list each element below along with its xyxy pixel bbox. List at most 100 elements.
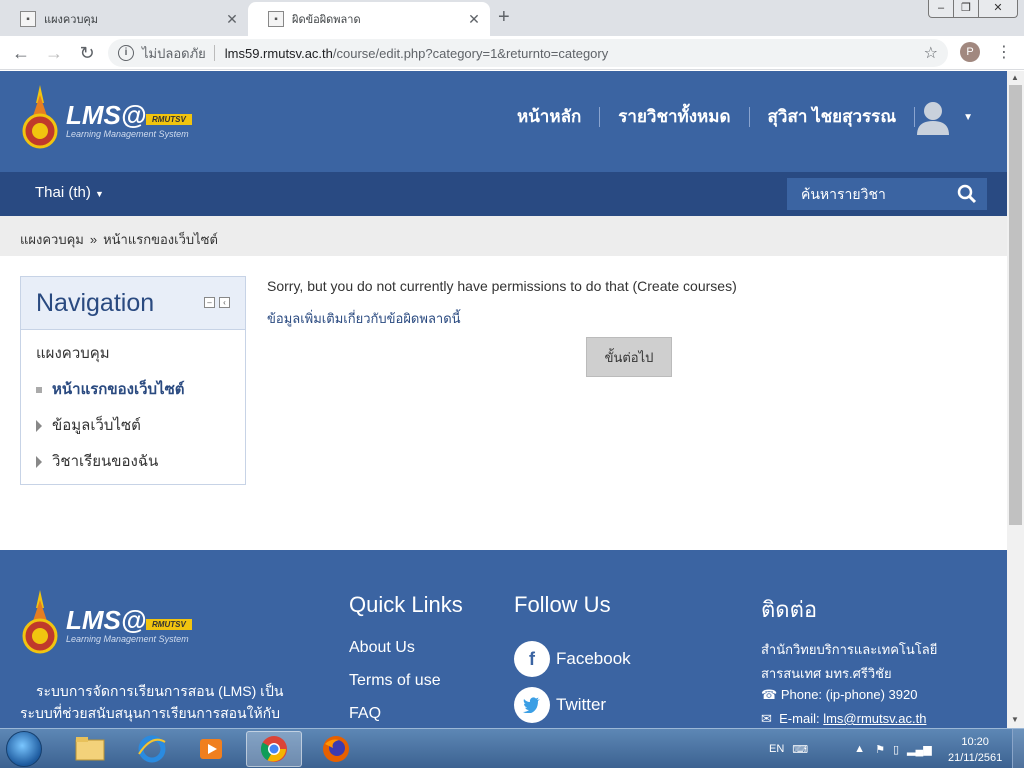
tab-title: แผงควบคุม	[44, 14, 99, 26]
browser-menu-icon[interactable]: ⋮	[996, 42, 1012, 62]
bullet-icon	[36, 387, 42, 393]
nav-home-link[interactable]: หน้าหลัก	[499, 107, 601, 127]
breadcrumb-link[interactable]: แผงควบคุม	[20, 232, 84, 247]
reload-icon[interactable]: ↻	[76, 42, 98, 64]
contact-phone-text: Phone: (ip-phone) 3920	[780, 687, 918, 702]
twitter-label: Twitter	[556, 695, 607, 714]
user-menu-name[interactable]: สุวิสา ไชยสุวรรณ	[750, 107, 916, 127]
input-language[interactable]: EN	[769, 743, 784, 755]
nav-all-courses-link[interactable]: รายวิชาทั้งหมด	[600, 107, 750, 127]
site-logo[interactable]: LMS@ RMUTSV Learning Management System	[20, 85, 192, 153]
search-icon[interactable]	[957, 184, 977, 204]
caret-down-icon: ▼	[95, 189, 104, 199]
quick-links-title: Quick Links	[349, 592, 463, 617]
page-icon: ▪	[20, 11, 36, 27]
page-scrollbar[interactable]: ▲ ▼	[1007, 71, 1024, 728]
site-subheader: Thai (th) ▼ ค้นหารายวิชา	[0, 172, 1007, 216]
profile-avatar[interactable]: P	[960, 42, 980, 62]
clock-date: 21/11/2561	[948, 752, 1003, 764]
show-hidden-icons-icon[interactable]: ▲	[854, 743, 865, 755]
breadcrumb-current[interactable]: หน้าแรกของเว็บไซต์	[103, 232, 218, 247]
chrome-icon[interactable]	[246, 731, 302, 767]
dock-icon[interactable]: ‹	[219, 297, 230, 308]
address-bar[interactable]: i ไม่ปลอดภัย lms59.rmutsv.ac.th/course/e…	[108, 39, 948, 67]
facebook-icon: f	[514, 641, 550, 677]
info-icon[interactable]: i	[118, 45, 134, 61]
tab-title: ผิดข้อผิดพลาด	[292, 14, 361, 26]
action-center-icon[interactable]: ⚑	[875, 743, 885, 756]
more-info-link[interactable]: ข้อมูลเพิ่มเติมเกี่ยวกับข้อผิดพลาดนี้	[267, 308, 987, 329]
security-label[interactable]: ไม่ปลอดภัย	[142, 43, 206, 64]
file-explorer-icon[interactable]	[62, 731, 118, 767]
browser-tab-bar: ▪ แผงควบคุม ✕ ▪ ผิดข้อผิดพลาด ✕ + – ❐ ✕	[0, 0, 1024, 36]
nav-item-site-home[interactable]: หน้าแรกของเว็บไซต์	[36, 378, 230, 414]
browser-tab[interactable]: ▪ แผงควบคุม ✕	[0, 2, 248, 36]
show-desktop-button[interactable]	[1012, 729, 1024, 768]
network-icon[interactable]: ▂▄▆	[907, 743, 932, 756]
scrollbar-thumb[interactable]	[1009, 85, 1022, 525]
faq-link[interactable]: FAQ	[349, 705, 381, 723]
nav-item-label: วิชาเรียนของฉัน	[52, 453, 159, 470]
twitter-link[interactable]: Twitter	[514, 687, 606, 723]
nav-item-label: ข้อมูลเว็บไซต์	[52, 417, 141, 434]
contact-email: ✉ E-mail: lms@rmutsv.ac.th	[761, 711, 926, 727]
minimize-button[interactable]: –	[928, 0, 954, 18]
site-footer: LMS@ RMUTSV Learning Management System ร…	[0, 550, 1007, 728]
window-close-button[interactable]: ✕	[978, 0, 1018, 18]
footer-about-text: ระบบการจัดการเรียนการสอน (LMS) เป็นระบบท…	[20, 683, 284, 721]
system-tray: EN ⌨ ▲ ⚑ ▯ ▂▄▆	[760, 729, 932, 768]
power-icon[interactable]: ▯	[893, 743, 899, 756]
user-avatar-icon[interactable]	[915, 99, 951, 135]
terms-link[interactable]: Terms of use	[349, 672, 441, 690]
new-tab-button[interactable]: +	[498, 6, 510, 29]
system-clock[interactable]: 10:20 21/11/2561	[948, 734, 1002, 766]
twitter-icon	[514, 687, 550, 723]
continue-button[interactable]: ขั้นต่อไป	[586, 337, 672, 377]
expand-arrow-icon	[36, 420, 42, 432]
navigation-title: Navigation	[36, 289, 155, 317]
browser-tab-active[interactable]: ▪ ผิดข้อผิดพลาด ✕	[248, 2, 490, 36]
close-icon[interactable]: ✕	[464, 11, 484, 28]
top-navigation: หน้าหลัก รายวิชาทั้งหมด สุวิสา ไชยสุวรรณ…	[499, 99, 973, 135]
scroll-down-icon[interactable]: ▼	[1011, 715, 1019, 724]
envelope-icon: ✉	[761, 711, 772, 726]
facebook-link[interactable]: f Facebook	[514, 641, 631, 677]
contact-org: สารสนเทศ มทร.ศรีวิชัย	[761, 666, 892, 681]
back-icon[interactable]: ←	[10, 42, 32, 64]
facebook-label: Facebook	[556, 649, 631, 668]
nav-item-site-info[interactable]: ข้อมูลเว็บไซต์	[36, 414, 230, 450]
nav-item-dashboard[interactable]: แผงควบคุม	[36, 342, 230, 378]
contact-email-link[interactable]: lms@rmutsv.ac.th	[823, 711, 926, 726]
footer-logo: LMS@ RMUTSV Learning Management System	[20, 590, 192, 658]
nav-item-my-courses[interactable]: วิชาเรียนของฉัน	[36, 450, 230, 486]
contact-title: ติดต่อ	[761, 597, 818, 622]
course-search-input[interactable]: ค้นหารายวิชา	[787, 178, 987, 210]
media-player-icon[interactable]	[184, 731, 240, 767]
keyboard-icon[interactable]: ⌨	[792, 743, 808, 756]
logo-subtitle: Learning Management System	[66, 128, 189, 139]
windows-taskbar: EN ⌨ ▲ ⚑ ▯ ▂▄▆ 10:20 21/11/2561	[0, 728, 1024, 768]
contact-email-label: E-mail:	[779, 711, 820, 726]
maximize-button[interactable]: ❐	[953, 0, 979, 18]
logo-ribbon: RMUTSV	[146, 618, 192, 630]
scroll-up-icon[interactable]: ▲	[1011, 73, 1019, 82]
university-emblem-icon	[22, 85, 58, 149]
follow-us-title: Follow Us	[514, 592, 611, 617]
divider	[213, 45, 215, 61]
error-message: Sorry, but you do not currently have per…	[267, 278, 737, 294]
bookmark-star-icon[interactable]: ☆	[924, 43, 938, 63]
about-us-link[interactable]: About Us	[349, 639, 415, 657]
clock-time: 10:20	[961, 736, 989, 748]
chevron-down-icon[interactable]: ▼	[963, 112, 973, 123]
firefox-icon[interactable]	[308, 731, 364, 767]
url-path: /course/edit.php?category=1&returnto=cat…	[332, 45, 609, 61]
internet-explorer-icon[interactable]	[124, 731, 180, 767]
language-selector[interactable]: Thai (th) ▼	[35, 184, 104, 201]
main-content: Sorry, but you do not currently have per…	[267, 278, 987, 377]
logo-ribbon: RMUTSV	[146, 113, 192, 125]
close-icon[interactable]: ✕	[222, 11, 242, 28]
collapse-icon[interactable]: –	[204, 297, 215, 308]
forward-icon[interactable]: →	[43, 42, 65, 64]
url-host: lms59.rmutsv.ac.th	[224, 45, 333, 61]
start-button[interactable]	[6, 731, 42, 767]
